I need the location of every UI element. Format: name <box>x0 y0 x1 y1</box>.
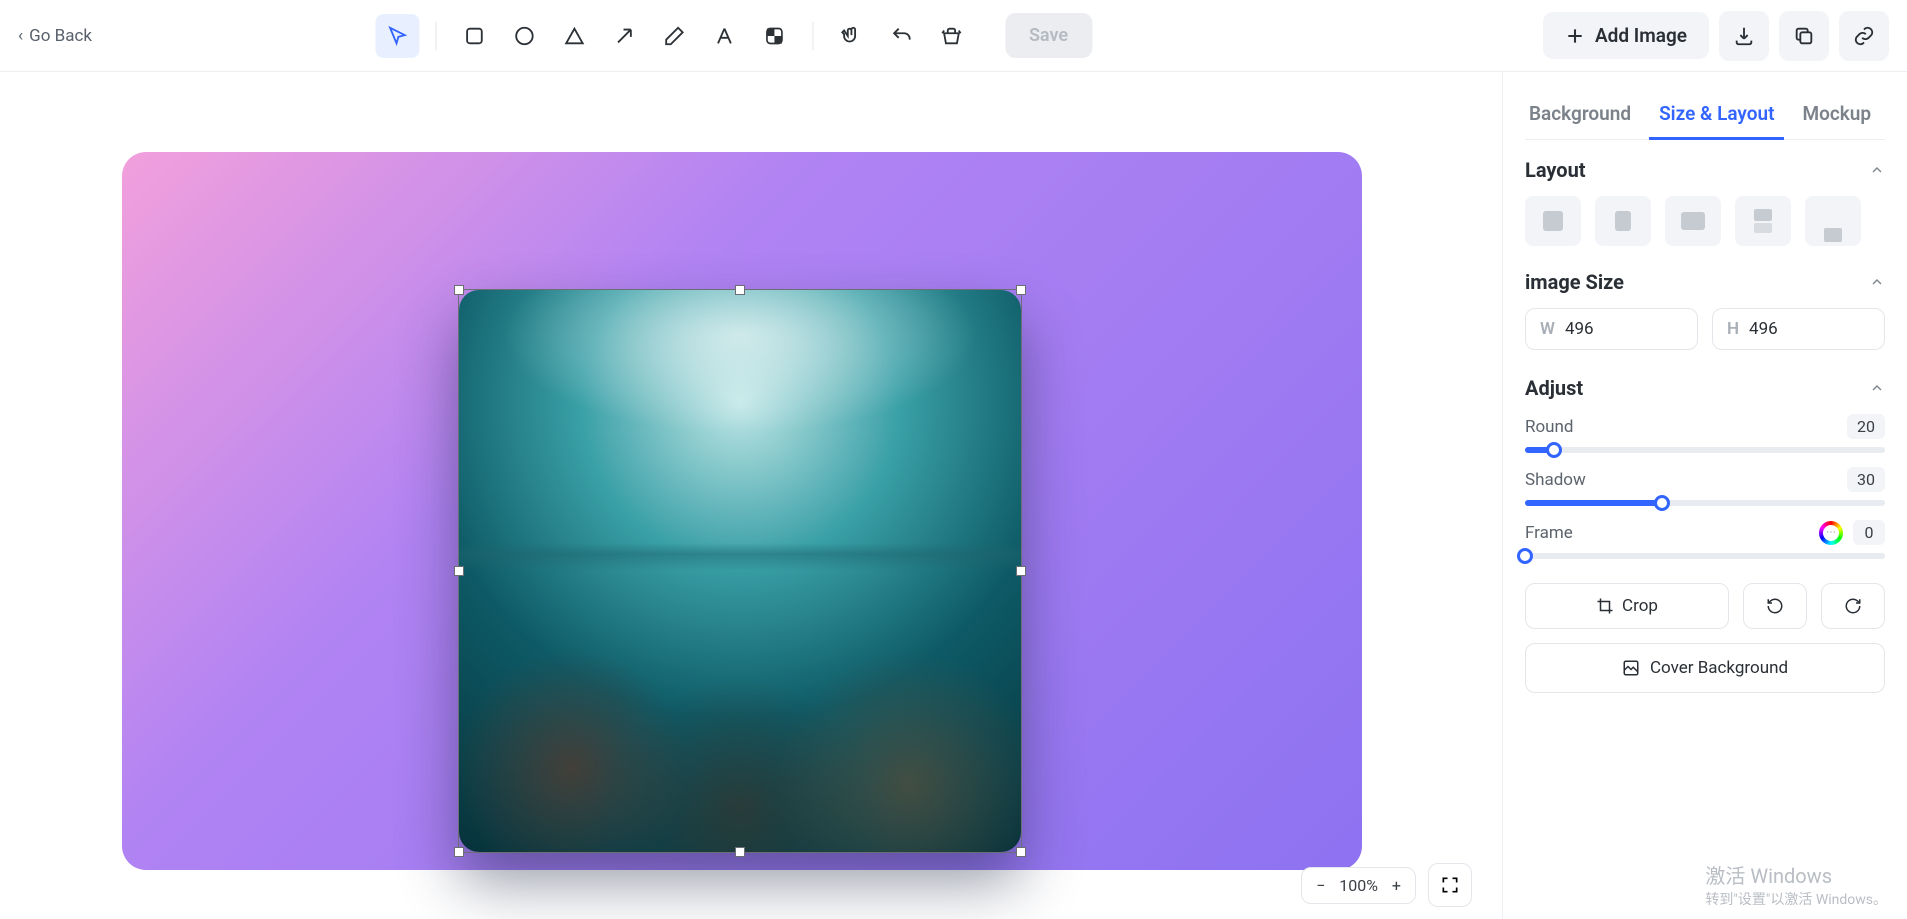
delete-button[interactable] <box>929 14 973 58</box>
resize-handle-nw[interactable] <box>454 285 464 295</box>
checker-tool[interactable] <box>752 14 796 58</box>
layout-option-1[interactable] <box>1525 196 1581 246</box>
panel-tabs: Background Size & Layout Mockup <box>1525 90 1885 140</box>
properties-panel: Background Size & Layout Mockup Layout i… <box>1502 72 1907 919</box>
layout-option-5[interactable] <box>1805 196 1861 246</box>
zoom-level: 100% <box>1339 876 1378 895</box>
resize-handle-w[interactable] <box>454 566 464 576</box>
go-back-button[interactable]: ‹ Go Back <box>18 26 92 46</box>
zoom-in-button[interactable]: + <box>1392 876 1401 895</box>
add-image-label: Add Image <box>1595 24 1687 47</box>
zoom-controls: − 100% + <box>1301 863 1472 907</box>
crop-button[interactable]: Crop <box>1525 583 1729 629</box>
tab-background[interactable]: Background <box>1525 90 1635 139</box>
layout-title: Layout <box>1525 158 1586 182</box>
rotate-cw-button[interactable] <box>1821 583 1885 629</box>
selected-image[interactable] <box>459 290 1021 852</box>
watermark-sub: 转到"设置"以激活 Windows。 <box>1705 889 1887 909</box>
pencil-tool[interactable] <box>652 14 696 58</box>
cover-background-button[interactable]: Cover Background <box>1525 643 1885 693</box>
layout-section-header[interactable]: Layout <box>1525 158 1885 182</box>
round-slider-thumb[interactable] <box>1546 442 1562 458</box>
chevron-up-icon <box>1869 380 1885 396</box>
crop-label: Crop <box>1622 596 1658 616</box>
resize-handle-se[interactable] <box>1016 847 1026 857</box>
adjust-title: Adjust <box>1525 376 1583 400</box>
image-size-fields: W H <box>1525 308 1885 350</box>
image-size-title: image Size <box>1525 270 1624 294</box>
shadow-value: 30 <box>1847 467 1885 492</box>
shadow-slider-thumb[interactable] <box>1654 495 1670 511</box>
layout-options <box>1525 196 1885 246</box>
zoom-out-button[interactable]: − <box>1316 876 1325 895</box>
resize-handle-e[interactable] <box>1016 566 1026 576</box>
undo-button[interactable] <box>879 14 923 58</box>
top-toolbar: ‹ Go Back Save Add Image <box>0 0 1907 72</box>
add-image-button[interactable]: Add Image <box>1543 12 1709 59</box>
crop-icon <box>1596 597 1614 615</box>
height-input[interactable] <box>1749 319 1870 339</box>
resize-handle-n[interactable] <box>735 285 745 295</box>
frame-label: Frame <box>1525 523 1573 543</box>
go-back-label: Go Back <box>29 26 92 46</box>
cover-icon <box>1622 659 1640 677</box>
circle-tool[interactable] <box>502 14 546 58</box>
layout-option-4[interactable] <box>1735 196 1791 246</box>
separator <box>812 22 813 50</box>
text-tool[interactable] <box>702 14 746 58</box>
layout-option-3[interactable] <box>1665 196 1721 246</box>
round-slider[interactable] <box>1525 447 1885 453</box>
resize-handle-s[interactable] <box>735 847 745 857</box>
frame-slider[interactable] <box>1525 553 1885 559</box>
canvas-area[interactable]: − 100% + <box>0 72 1502 919</box>
image-content <box>459 290 1021 852</box>
rectangle-tool[interactable] <box>452 14 496 58</box>
frame-value: 0 <box>1853 520 1885 545</box>
height-field[interactable]: H <box>1712 308 1885 350</box>
width-input[interactable] <box>1565 319 1683 339</box>
triangle-tool[interactable] <box>552 14 596 58</box>
frame-slider-thumb[interactable] <box>1517 548 1533 564</box>
download-button[interactable] <box>1719 11 1769 61</box>
layout-option-2[interactable] <box>1595 196 1651 246</box>
tool-group: Save <box>375 13 1092 58</box>
round-label: Round <box>1525 417 1574 437</box>
shadow-label: Shadow <box>1525 470 1586 490</box>
watermark-title: 激活 Windows <box>1705 860 1887 889</box>
toolbar-right: Add Image <box>1543 11 1889 61</box>
round-slider-row: Round 20 <box>1525 414 1885 453</box>
frame-slider-row: Frame ⋯ 0 <box>1525 520 1885 559</box>
resize-handle-ne[interactable] <box>1016 285 1026 295</box>
cursor-tool[interactable] <box>375 14 419 58</box>
arrow-tool[interactable] <box>602 14 646 58</box>
main-area: − 100% + Background Size & Layout Mockup… <box>0 72 1907 919</box>
width-label: W <box>1540 319 1555 339</box>
zoom-pill: − 100% + <box>1301 867 1416 904</box>
separator <box>435 22 436 50</box>
round-value: 20 <box>1847 414 1885 439</box>
save-button: Save <box>1005 13 1092 58</box>
hand-tool[interactable] <box>829 14 873 58</box>
copy-button[interactable] <box>1779 11 1829 61</box>
link-button[interactable] <box>1839 11 1889 61</box>
cover-label: Cover Background <box>1650 658 1788 678</box>
shadow-slider[interactable] <box>1525 500 1885 506</box>
adjust-section-header[interactable]: Adjust <box>1525 376 1885 400</box>
fullscreen-button[interactable] <box>1428 863 1472 907</box>
shadow-slider-row: Shadow 30 <box>1525 467 1885 506</box>
chevron-up-icon <box>1869 162 1885 178</box>
height-label: H <box>1727 319 1739 339</box>
frame-color-button[interactable]: ⋯ <box>1819 521 1843 545</box>
chevron-left-icon: ‹ <box>18 26 23 46</box>
image-size-section-header[interactable]: image Size <box>1525 270 1885 294</box>
width-field[interactable]: W <box>1525 308 1698 350</box>
plus-icon <box>1565 26 1585 46</box>
resize-handle-sw[interactable] <box>454 847 464 857</box>
tab-size-layout[interactable]: Size & Layout <box>1655 90 1778 139</box>
action-row: Crop <box>1525 583 1885 629</box>
chevron-up-icon <box>1869 274 1885 290</box>
rotate-ccw-button[interactable] <box>1743 583 1807 629</box>
tab-mockup[interactable]: Mockup <box>1798 90 1875 139</box>
windows-watermark: 激活 Windows 转到"设置"以激活 Windows。 <box>1705 860 1887 909</box>
